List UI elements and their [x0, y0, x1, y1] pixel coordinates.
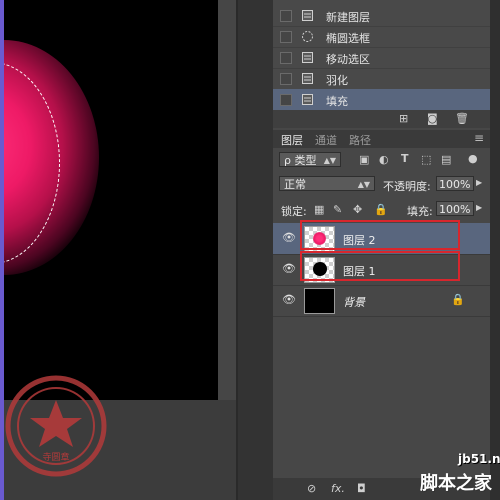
- watermark-name: 脚本之家: [420, 473, 492, 494]
- layers-panel: 图层 通道 路径 ≡ ρ 类型 ▲▼ ▣ ◐ T ⬚ ▤ ● 正常 ▲▼ 不透明度:…: [273, 128, 490, 500]
- history-checkbox[interactable]: [280, 94, 292, 106]
- tab-channels[interactable]: 通道: [315, 132, 337, 148]
- ellipse-marquee-icon: [302, 31, 313, 42]
- document-icon: [302, 10, 313, 21]
- opacity-field[interactable]: 100%: [436, 176, 474, 191]
- document-icon: [302, 94, 313, 105]
- filter-pixel-icon[interactable]: ▣: [359, 153, 369, 166]
- document-icon: [302, 73, 313, 84]
- lock-label: 锁定:: [281, 205, 307, 218]
- blend-row: 正常 ▲▼ 不透明度: 100% ▶: [273, 175, 490, 195]
- history-checkbox[interactable]: [280, 52, 292, 64]
- history-item-label: 羽化: [326, 74, 348, 87]
- annotation-highlight-box: [300, 220, 460, 250]
- panel-scrollbar[interactable]: [490, 0, 500, 500]
- fill-value: 100%: [439, 203, 471, 216]
- layer-name: 背景: [343, 296, 365, 309]
- history-item-label: 填充: [326, 95, 348, 108]
- history-item[interactable]: 羽化: [273, 68, 490, 90]
- camera-icon[interactable]: ◙: [427, 112, 438, 125]
- visibility-eye-icon[interactable]: 👁: [282, 293, 296, 306]
- annotation-highlight-box: [300, 251, 460, 281]
- canvas-area: 寺圆章: [4, 0, 236, 500]
- fill-field[interactable]: 100%: [436, 201, 474, 216]
- document-icon: [302, 52, 313, 63]
- filter-type-icon[interactable]: T: [401, 152, 409, 165]
- fill-dropdown-icon[interactable]: ▶: [476, 203, 482, 212]
- history-panel: 新建图层 椭圆选框 移动选区 羽化 填充: [273, 0, 490, 111]
- layer-row-layer-1[interactable]: 👁 图层 1: [273, 251, 490, 286]
- lock-paint-brush-icon[interactable]: ✎: [333, 203, 342, 216]
- history-checkbox[interactable]: [280, 31, 292, 43]
- lock-transparent-icon[interactable]: ▦: [314, 203, 324, 216]
- fill-label: 填充:: [407, 205, 433, 218]
- lock-position-move-icon[interactable]: ✥: [353, 203, 362, 216]
- blend-mode-select[interactable]: 正常 ▲▼: [279, 176, 375, 191]
- filter-adjustment-icon[interactable]: ◐: [379, 153, 389, 166]
- history-item-label: 新建图层: [326, 11, 370, 24]
- visibility-eye-icon[interactable]: 👁: [282, 231, 296, 244]
- history-item-selected[interactable]: 填充: [273, 89, 490, 111]
- link-layers-icon[interactable]: ⊘: [307, 482, 316, 495]
- canvas-vertical-scrollbar[interactable]: [218, 0, 236, 400]
- layer-lock-icon: 🔒: [451, 293, 465, 306]
- opacity-dropdown-icon[interactable]: ▶: [476, 178, 482, 187]
- filter-kind-select[interactable]: ρ 类型 ▲▼: [279, 152, 341, 167]
- layer-filter-row: ρ 类型 ▲▼ ▣ ◐ T ⬚ ▤ ●: [273, 150, 490, 170]
- lock-all-icon[interactable]: 🔒: [374, 203, 388, 216]
- history-item-label: 椭圆选框: [326, 32, 370, 45]
- lock-row: 锁定: ▦ ✎ ✥ 🔒 填充: 100% ▶: [273, 200, 490, 220]
- filter-kind-label: ρ 类型: [284, 154, 317, 167]
- filter-smart-object-icon[interactable]: ▤: [441, 153, 451, 166]
- layer-thumbnail: [304, 288, 335, 314]
- history-item[interactable]: 椭圆选框: [273, 26, 490, 48]
- history-item[interactable]: 新建图层: [273, 5, 490, 27]
- visibility-eye-icon[interactable]: 👁: [282, 262, 296, 275]
- layer-row-background[interactable]: 👁 背景 🔒: [273, 285, 490, 317]
- tab-layers[interactable]: 图层: [281, 132, 303, 148]
- filter-toggle-icon[interactable]: ●: [468, 152, 478, 165]
- document-canvas[interactable]: [4, 0, 218, 400]
- blend-mode-value: 正常: [284, 178, 306, 191]
- filter-shape-icon[interactable]: ⬚: [421, 153, 431, 166]
- history-checkbox[interactable]: [280, 10, 292, 22]
- opacity-value: 100%: [439, 178, 471, 191]
- history-item[interactable]: 移动选区: [273, 47, 490, 69]
- new-document-from-state-icon[interactable]: ⊞: [399, 112, 408, 125]
- layer-style-fx-icon[interactable]: fx.: [331, 482, 345, 495]
- history-checkbox[interactable]: [280, 73, 292, 85]
- layers-panel-tabs: 图层 通道 路径 ≡: [273, 130, 490, 148]
- red-seal-stamp: 寺圆章: [5, 375, 107, 477]
- history-item-label: 移动选区: [326, 53, 370, 66]
- tab-paths[interactable]: 路径: [349, 132, 371, 148]
- svg-text:寺圆章: 寺圆章: [42, 451, 69, 463]
- site-watermark: jb51.net 脚本之家: [350, 452, 500, 500]
- watermark-site: jb51.net: [458, 452, 500, 466]
- panel-menu-icon[interactable]: ≡: [474, 131, 484, 145]
- panel-divider: [236, 0, 273, 500]
- opacity-label: 不透明度:: [383, 180, 431, 193]
- trash-icon[interactable]: 🗑: [455, 112, 469, 125]
- history-toolbar: ⊞ ◙ 🗑: [273, 110, 490, 128]
